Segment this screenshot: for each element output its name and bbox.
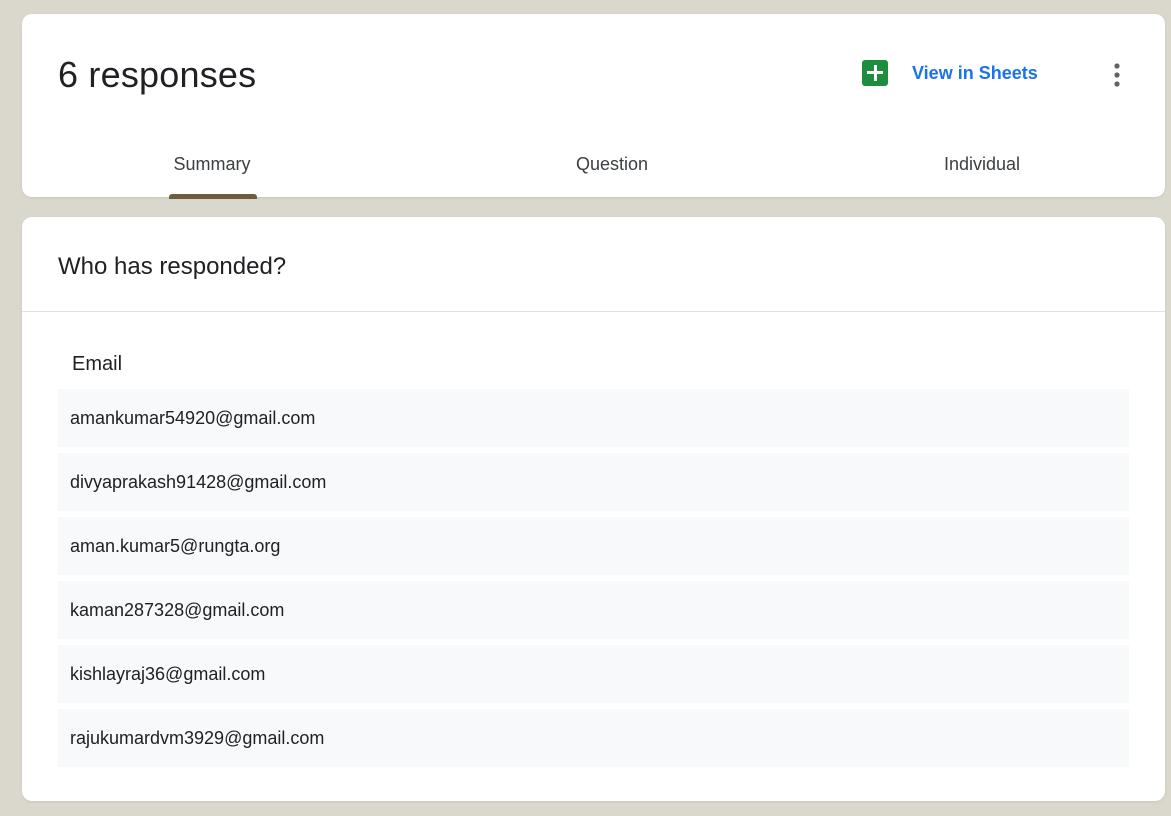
responses-count-title: 6 responses xyxy=(58,54,257,95)
tab-question-label: Question xyxy=(575,154,649,174)
tab-individual-label: Individual xyxy=(943,154,1021,174)
email-row: divyaprakash91428@gmail.com xyxy=(58,453,1129,511)
email-row: amankumar54920@gmail.com xyxy=(58,389,1129,447)
tab-summary[interactable]: Summary xyxy=(152,144,272,197)
tab-individual[interactable]: Individual xyxy=(912,144,1052,197)
section-divider xyxy=(22,311,1165,312)
view-in-sheets-label: View in Sheets xyxy=(912,62,1038,83)
respondents-title: Who has responded? xyxy=(58,253,287,280)
responses-header-card: 6 responses View in Sheets Summary Quest… xyxy=(22,14,1165,199)
response-tabs: Summary Question Individual xyxy=(22,144,1165,197)
respondents-card: Who has responded? Email amankumar54920@… xyxy=(22,217,1165,801)
tab-question[interactable]: Question xyxy=(542,144,682,197)
selected-tab-indicator xyxy=(169,194,257,199)
email-row: kishlayraj36@gmail.com xyxy=(58,645,1129,703)
more-vert-icon[interactable] xyxy=(1102,58,1132,92)
google-sheets-icon xyxy=(862,60,888,86)
email-list: amankumar54920@gmail.com divyaprakash914… xyxy=(58,389,1129,773)
tab-summary-label: Summary xyxy=(173,154,251,174)
email-row: rajukumardvm3929@gmail.com xyxy=(58,709,1129,767)
view-in-sheets-button[interactable]: View in Sheets xyxy=(862,56,1038,90)
email-column-header: Email xyxy=(72,353,123,375)
email-row: kaman287328@gmail.com xyxy=(58,581,1129,639)
email-row: aman.kumar5@rungta.org xyxy=(58,517,1129,575)
